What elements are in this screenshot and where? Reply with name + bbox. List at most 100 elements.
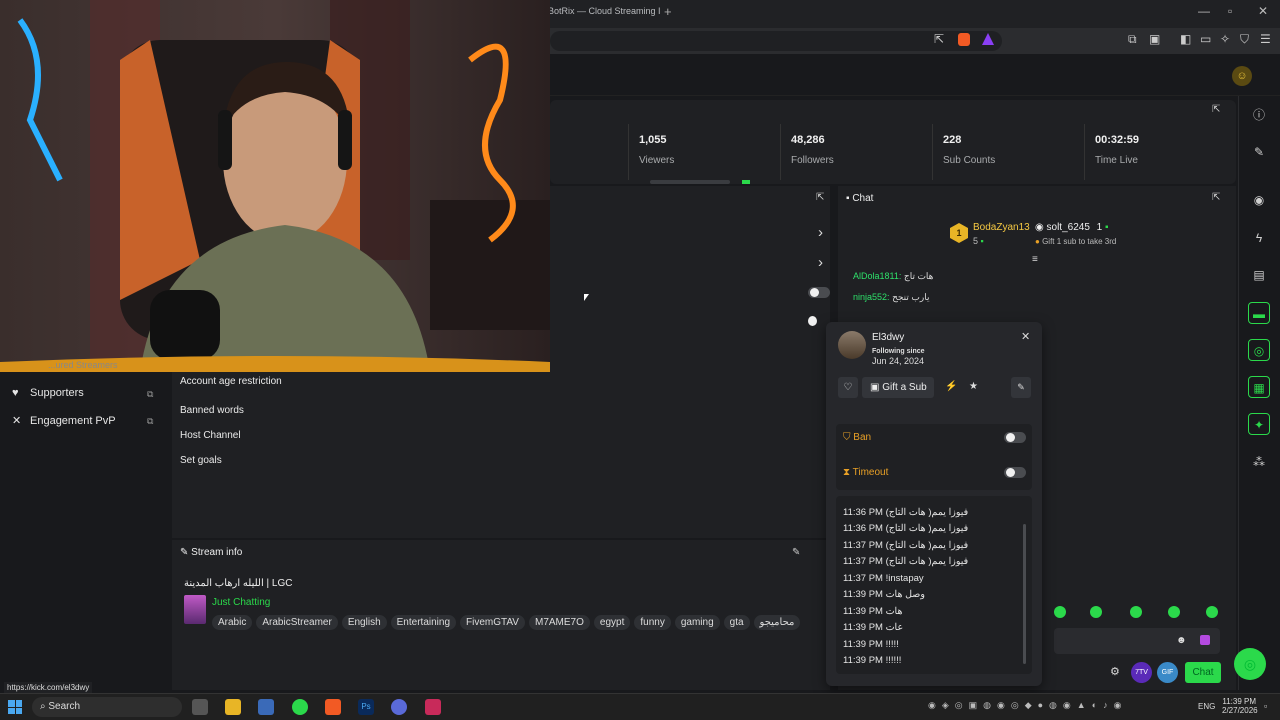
vpn-icon[interactable]: ⛉ [1240, 32, 1249, 47]
clock-date: 2/27/2026 [1222, 706, 1258, 715]
chat-username[interactable]: ninja552: [853, 292, 890, 302]
popout-icon[interactable]: ⧉ [147, 389, 153, 400]
tag-chip[interactable]: gta [723, 615, 750, 630]
expand-icon[interactable]: ⇱ [1212, 104, 1220, 115]
taskbar-clock[interactable]: 11:39 PM 2/27/2026 [1222, 697, 1258, 715]
tag-chip[interactable]: محاميجو [753, 615, 801, 630]
emote-icon[interactable] [1090, 606, 1102, 618]
edit-icon[interactable]: ✎ [1248, 141, 1270, 163]
popout-icon[interactable]: ⧉ [147, 416, 153, 427]
tag-chip[interactable]: egypt [593, 615, 631, 630]
setting-set-goals[interactable]: Set goals [180, 455, 222, 466]
timeout-toggle[interactable] [1004, 467, 1026, 478]
emote-picker-icon[interactable] [1200, 635, 1210, 645]
emote-icon[interactable] [1168, 606, 1180, 618]
browser-tab[interactable]: BotRix — Cloud Streaming I [548, 6, 661, 16]
emoji-icon[interactable]: ☻ [1176, 635, 1187, 646]
wallet-icon[interactable]: ▭ [1200, 32, 1211, 46]
language-indicator[interactable]: ENG [1198, 702, 1215, 711]
edit-icon[interactable]: ✎ [792, 547, 800, 558]
setting-host-channel[interactable]: Host Channel [180, 430, 241, 441]
camera-icon[interactable]: ◉ [1248, 189, 1270, 211]
minimize-icon[interactable]: — [1198, 4, 1210, 18]
tag-chip[interactable]: gaming [674, 615, 720, 630]
app-icon[interactable] [258, 699, 274, 715]
expand-icon[interactable]: ⇱ [816, 192, 824, 203]
setting-toggle[interactable] [808, 287, 830, 298]
sidebar-partial-label: ...ured Streamers [48, 360, 118, 370]
task-view-icon[interactable] [192, 699, 208, 715]
extensions-icon[interactable]: ⧉ [1128, 32, 1137, 47]
ban-toggle[interactable] [1004, 432, 1026, 443]
setting-toggle[interactable] [808, 316, 817, 326]
sidebar-item-supporters[interactable]: ♥ Supporters [12, 387, 84, 399]
photoshop-icon[interactable]: Ps [358, 699, 374, 715]
emote-icon[interactable] [1130, 606, 1142, 618]
tag-list: Arabic ArabicStreamer English Entertaining F… [212, 612, 804, 630]
stream-category[interactable]: Just Chatting [212, 597, 270, 608]
expand-icon[interactable]: ⇱ [1212, 192, 1220, 203]
emote-icon[interactable] [1206, 606, 1218, 618]
file-explorer-icon[interactable] [225, 699, 241, 715]
share-icon[interactable]: ⇱ [934, 32, 944, 46]
bolt-icon[interactable]: ϟ [1248, 227, 1270, 249]
profile-avatar[interactable]: ☺ [1232, 66, 1252, 86]
chat-settings-icon[interactable]: ⚙ [1110, 665, 1120, 678]
system-tray-icons[interactable]: ◉◈◎▣◍◉◎◆●◍◉▲◐♪◉ [928, 700, 1188, 714]
follow-heart-button[interactable]: ♡ [838, 377, 858, 398]
leo-ai-icon[interactable]: ✧ [1220, 32, 1230, 46]
gift-sub-button[interactable]: ▣ Gift a Sub [862, 377, 934, 398]
7tv-icon[interactable]: 7TV [1131, 662, 1152, 683]
menu-icon[interactable]: ☰ [1260, 32, 1271, 46]
discord-icon[interactable] [391, 699, 407, 715]
wrench-icon[interactable]: ✦ [1248, 413, 1270, 435]
chevron-right-icon[interactable]: › [818, 224, 823, 241]
category-thumbnail[interactable] [184, 595, 206, 624]
chat-username[interactable]: AlDola1811: [853, 271, 901, 281]
sidebar-toggle-icon[interactable]: ◧ [1180, 32, 1191, 46]
send-chat-button[interactable]: Chat [1185, 662, 1221, 683]
broadcast-icon[interactable]: ◎ [1248, 339, 1270, 361]
chat-icon[interactable]: ▬ [1248, 302, 1270, 324]
whatsapp-icon[interactable] [292, 699, 308, 715]
tag-chip[interactable]: M7AME7O [528, 615, 590, 630]
log-scrollbar[interactable] [1023, 524, 1026, 664]
log-time: 11:39 PM [843, 606, 883, 617]
brave-taskbar-icon[interactable] [325, 699, 341, 715]
info-icon[interactable]: ⓘ [1248, 104, 1270, 126]
tag-chip[interactable]: Entertaining [390, 615, 457, 630]
mod-wand-icon[interactable]: ⚡ [945, 381, 957, 392]
star-icon[interactable]: ★ [969, 381, 978, 392]
user-card-name: El3dwy [872, 332, 905, 343]
chevron-right-icon[interactable]: › [818, 254, 823, 271]
document-icon[interactable]: ▤ [1248, 264, 1270, 286]
taskbar-search[interactable]: ⌕ Search [32, 697, 182, 717]
notification-icon[interactable]: ▫ [1264, 701, 1267, 711]
tag-chip[interactable]: funny [634, 615, 671, 630]
mod-actions-icon[interactable]: ✎ [1011, 377, 1031, 398]
app-icon[interactable] [425, 699, 441, 715]
connections-icon[interactable]: ⁂ [1248, 451, 1270, 473]
screenshot-icon[interactable]: ▣ [1149, 32, 1160, 46]
tag-chip[interactable]: ArabicStreamer [256, 615, 338, 630]
close-window-icon[interactable]: ✕ [1258, 4, 1268, 18]
tag-chip[interactable]: FivemGTAV [460, 615, 525, 630]
sidebar-item-engagement-pvp[interactable]: ✕ Engagement PvP [12, 414, 116, 427]
log-text: وصل هات [885, 589, 925, 600]
tag-chip[interactable]: English [341, 615, 387, 630]
setting-account-age[interactable]: Account age restriction [180, 376, 282, 387]
filter-icon[interactable]: ≡ [1032, 254, 1038, 265]
gif-icon[interactable]: GIF [1157, 662, 1178, 683]
brave-shield-icon[interactable] [958, 33, 970, 46]
maximize-icon[interactable]: ▫ [1228, 4, 1232, 18]
setting-banned-words[interactable]: Banned words [180, 405, 244, 416]
new-tab-button[interactable]: + [664, 4, 672, 19]
recipient: ◉ solt_6245 1 ▪ [1035, 222, 1109, 233]
support-icon[interactable]: ◎ [1234, 648, 1266, 680]
windows-start-icon[interactable] [8, 700, 22, 714]
close-icon[interactable]: ✕ [1021, 330, 1030, 343]
layout-icon[interactable]: ▦ [1248, 376, 1270, 398]
tag-chip[interactable]: Arabic [212, 615, 253, 630]
emote-icon[interactable] [1054, 606, 1066, 618]
chat-input[interactable] [1054, 628, 1220, 654]
